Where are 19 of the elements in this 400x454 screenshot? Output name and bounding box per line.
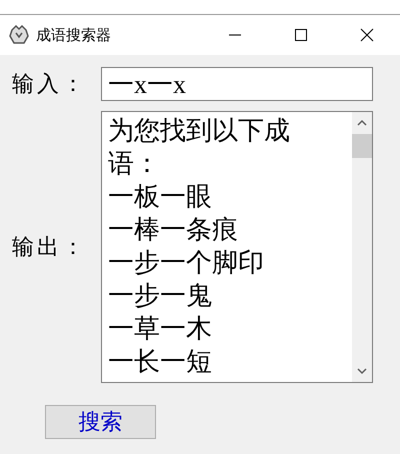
- close-icon[interactable]: [360, 28, 374, 42]
- output-line: 一步一鬼: [108, 280, 213, 312]
- output-line: 一板一眼: [108, 181, 213, 213]
- output-line: 一草一木: [108, 313, 213, 345]
- maximize-icon[interactable]: [294, 28, 308, 42]
- scroll-down-icon[interactable]: [356, 366, 368, 376]
- output-label: 输出：: [12, 233, 88, 261]
- output-line: 一步一个脚印: [108, 247, 265, 279]
- output-list[interactable]: 为您找到以下成语： 一板一眼 一棒一条痕 一步一个脚印 一步一鬼 一草一木 一长一短: [101, 111, 373, 383]
- output-line: 为您找到以下成语：: [108, 115, 291, 180]
- app-icon: [8, 24, 30, 46]
- output-line: 一棒一条痕: [108, 214, 239, 246]
- output-line: 一长一短: [108, 346, 213, 378]
- scroll-thumb[interactable]: [352, 134, 372, 158]
- input-field[interactable]: 一x一x: [101, 67, 373, 101]
- input-label: 输入：: [12, 70, 88, 98]
- search-button[interactable]: 搜索: [45, 405, 156, 439]
- window-title: 成语搜索器: [36, 26, 112, 44]
- scroll-up-icon[interactable]: [356, 118, 368, 128]
